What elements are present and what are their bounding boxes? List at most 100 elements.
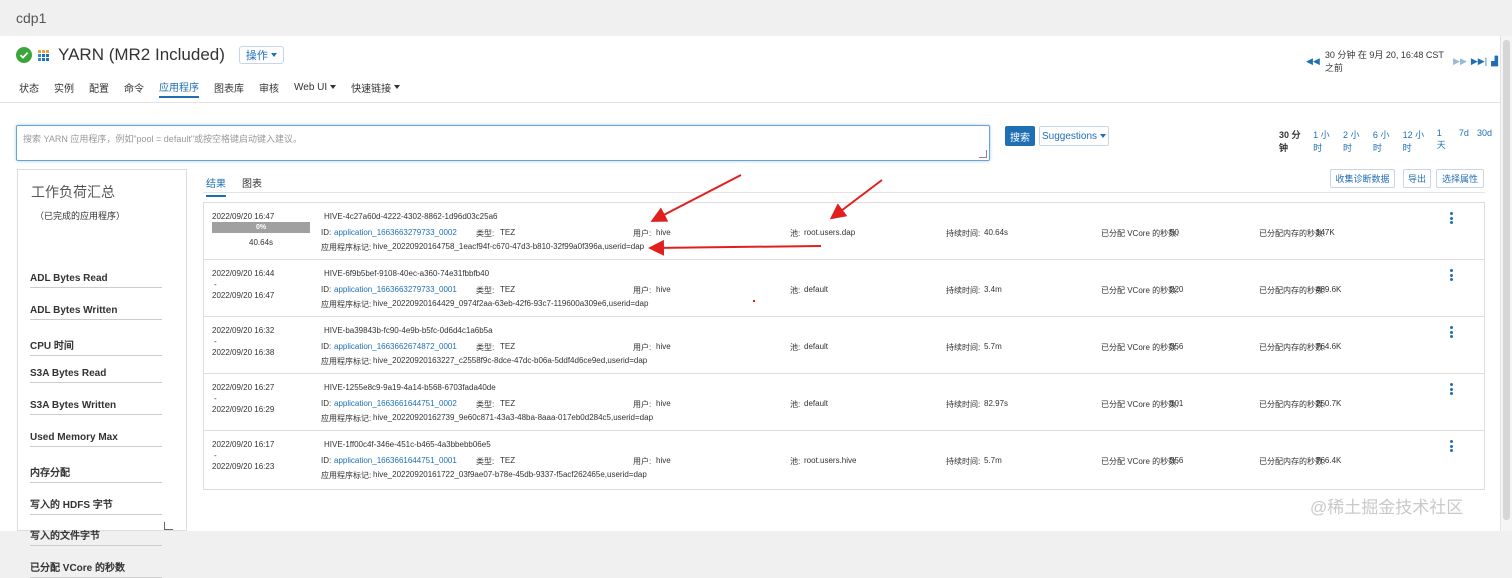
start-time: 2022/09/20 16:32 — [212, 326, 275, 335]
id-label: ID: — [321, 285, 332, 294]
application-type: TEZ — [500, 285, 516, 294]
application-duration: 82.97s — [984, 399, 1009, 408]
duration-label: 持续时间: — [946, 229, 981, 238]
application-duration: 3.4m — [984, 285, 1002, 294]
collect-diagnostics-button[interactable]: 收集诊断数据 — [1330, 169, 1395, 188]
application-row[interactable]: 2022/09/20 16:17 - 2022/09/20 16:23 HIVE-1f… — [204, 431, 1484, 488]
export-button[interactable]: 导出 — [1403, 169, 1431, 188]
tab-results[interactable]: 结果 — [206, 175, 226, 197]
start-time: 2022/09/20 16:47 — [212, 212, 275, 221]
tab-0[interactable]: 状态 — [19, 80, 39, 98]
user-label: 用户: — [633, 400, 652, 409]
vcore-seconds: 50 — [1170, 228, 1179, 237]
time-range-option[interactable]: 6 小时 — [1373, 128, 1395, 154]
application-type: TEZ — [500, 342, 516, 351]
time-range-option[interactable]: 7d — [1459, 128, 1469, 154]
start-time: 2022/09/20 16:17 — [212, 440, 275, 449]
tab-8[interactable]: 快速链接 — [351, 80, 401, 98]
workload-metric-item[interactable]: 写入的文件字节 — [30, 527, 162, 547]
application-tag: hive_20220920161722_03f9ae07-b78e-45db-9… — [373, 470, 647, 479]
workload-metric-item[interactable]: CPU 时间 — [30, 337, 162, 356]
watermark: @稀土掘金技术社区 — [1310, 498, 1464, 517]
separator: - — [214, 451, 217, 460]
time-range-option[interactable]: 30 分钟 — [1279, 128, 1305, 154]
application-type: TEZ — [500, 399, 516, 408]
application-name: HIVE-ba39843b-fc90-4e9b-b5fc-0d6d4c1a6b5… — [324, 326, 493, 335]
tab-6[interactable]: 审核 — [259, 80, 279, 98]
application-id-link[interactable]: application_1663662674872_0001 — [334, 342, 457, 351]
application-id-link[interactable]: application_1663661644751_0002 — [334, 399, 457, 408]
time-range-option[interactable]: 30d — [1477, 128, 1492, 154]
resize-handle[interactable] — [979, 150, 987, 158]
more-options-icon[interactable] — [1448, 383, 1454, 395]
workload-metric-item[interactable]: ADL Bytes Written — [30, 305, 162, 320]
applications-list: 2022/09/20 16:47 0% 40.64s HIVE-4c27a60d-42… — [203, 202, 1485, 490]
tab-charts[interactable]: 图表 — [242, 175, 262, 197]
status-ok-icon — [16, 47, 32, 63]
application-row[interactable]: 2022/09/20 16:44 - 2022/09/20 16:47 HIVE-6f… — [204, 260, 1484, 317]
chevron-down-icon — [330, 85, 337, 89]
workload-metric-item[interactable]: S3A Bytes Written — [30, 400, 162, 416]
tab-5[interactable]: 图表库 — [214, 80, 244, 98]
application-tag: hive_20220920164758_1eacf94f-c670-47d3-b… — [373, 242, 645, 251]
workload-metric-item[interactable]: 已分配 VCore 的秒数 — [30, 559, 162, 578]
time-marker-text[interactable]: 30 分钟 在 9月 20, 16:48 CST 之前 — [1325, 48, 1448, 74]
more-options-icon[interactable] — [1448, 269, 1454, 281]
scrollbar-thumb[interactable] — [1503, 40, 1510, 520]
start-time: 2022/09/20 16:44 — [212, 269, 275, 278]
skip-to-end-icon[interactable]: ▶▶| — [1471, 56, 1487, 67]
tab-3[interactable]: 命令 — [124, 80, 144, 98]
pool-label: 池: — [790, 400, 801, 409]
workload-metric-item[interactable]: Used Memory Max — [30, 432, 162, 447]
time-range-option[interactable]: 1 天 — [1437, 128, 1451, 154]
application-name: HIVE-4c27a60d-4222-4302-8862-1d96d03c25a… — [324, 212, 498, 221]
suggestions-dropdown[interactable]: Suggestions — [1039, 126, 1109, 146]
rewind-icon[interactable]: ◀◀ — [1306, 56, 1320, 67]
application-id-link[interactable]: application_1663661644751_0001 — [334, 456, 457, 465]
tag-label: 应用程序标记: — [321, 300, 372, 309]
tab-label: Web UI — [294, 81, 328, 93]
workload-metric-item[interactable]: ADL Bytes Read — [30, 273, 162, 288]
application-id-link[interactable]: application_1663663279733_0001 — [334, 285, 457, 294]
tab-1[interactable]: 实例 — [54, 80, 74, 98]
chart-icon[interactable]: ▟ — [1491, 56, 1498, 67]
time-range-option[interactable]: 2 小时 — [1343, 128, 1365, 154]
application-row[interactable]: 2022/09/20 16:47 0% 40.64s HIVE-4c27a60d-42… — [204, 203, 1484, 260]
vcore-label: 已分配 VCore 的秒数: — [1101, 229, 1179, 238]
more-options-icon[interactable] — [1448, 440, 1454, 452]
vertical-scrollbar[interactable] — [1500, 36, 1512, 531]
select-attributes-button[interactable]: 选择属性 — [1436, 169, 1484, 188]
actions-dropdown-button[interactable]: 操作 — [238, 46, 284, 64]
id-label: ID: — [321, 342, 332, 351]
top-bar: cdp1 — [0, 0, 1512, 36]
chart-icon[interactable] — [164, 522, 173, 530]
tag-label: 应用程序标记: — [321, 471, 372, 480]
tab-4[interactable]: 应用程序 — [159, 80, 199, 98]
workload-metric-item[interactable]: 内存分配 — [30, 464, 162, 483]
tab-2[interactable]: 配置 — [89, 80, 109, 98]
id-label: ID: — [321, 456, 332, 465]
more-options-icon[interactable] — [1448, 212, 1454, 224]
vcore-label: 已分配 VCore 的秒数: — [1101, 343, 1179, 352]
time-range-option[interactable]: 12 小时 — [1403, 128, 1429, 154]
search-input[interactable]: 搜索 YARN 应用程序，例如"pool = default"或按空格键启动键入… — [16, 125, 990, 161]
application-pool: default — [804, 399, 829, 408]
workload-metric-item[interactable]: 写入的 HDFS 字节 — [30, 496, 162, 515]
application-id-link[interactable]: application_1663663279733_0002 — [334, 228, 457, 237]
cluster-name[interactable]: cdp1 — [16, 10, 46, 26]
time-range-option[interactable]: 1 小时 — [1313, 128, 1335, 154]
fast-forward-icon[interactable]: ▶▶ — [1453, 56, 1467, 67]
tab-7[interactable]: Web UI — [294, 80, 337, 98]
tab-label: 快速链接 — [351, 83, 392, 95]
end-time: 2022/09/20 16:29 — [212, 405, 275, 414]
workload-metric-item[interactable]: S3A Bytes Read — [30, 368, 162, 384]
application-duration: 5.7m — [984, 342, 1002, 351]
application-row[interactable]: 2022/09/20 16:27 - 2022/09/20 16:29 HIVE-12… — [204, 374, 1484, 431]
service-tabs: 状态 实例 配置 命令 应用程序 图表库 审核 Web UI 快速链接 — [19, 80, 415, 102]
vcore-seconds: 220 — [1170, 285, 1184, 294]
search-button[interactable]: 搜索 — [1005, 126, 1035, 146]
duration-label: 持续时间: — [946, 400, 981, 409]
more-options-icon[interactable] — [1448, 326, 1454, 338]
application-row[interactable]: 2022/09/20 16:32 - 2022/09/20 16:38 HIVE-ba… — [204, 317, 1484, 374]
result-tabs: 结果 图表 — [206, 175, 278, 197]
